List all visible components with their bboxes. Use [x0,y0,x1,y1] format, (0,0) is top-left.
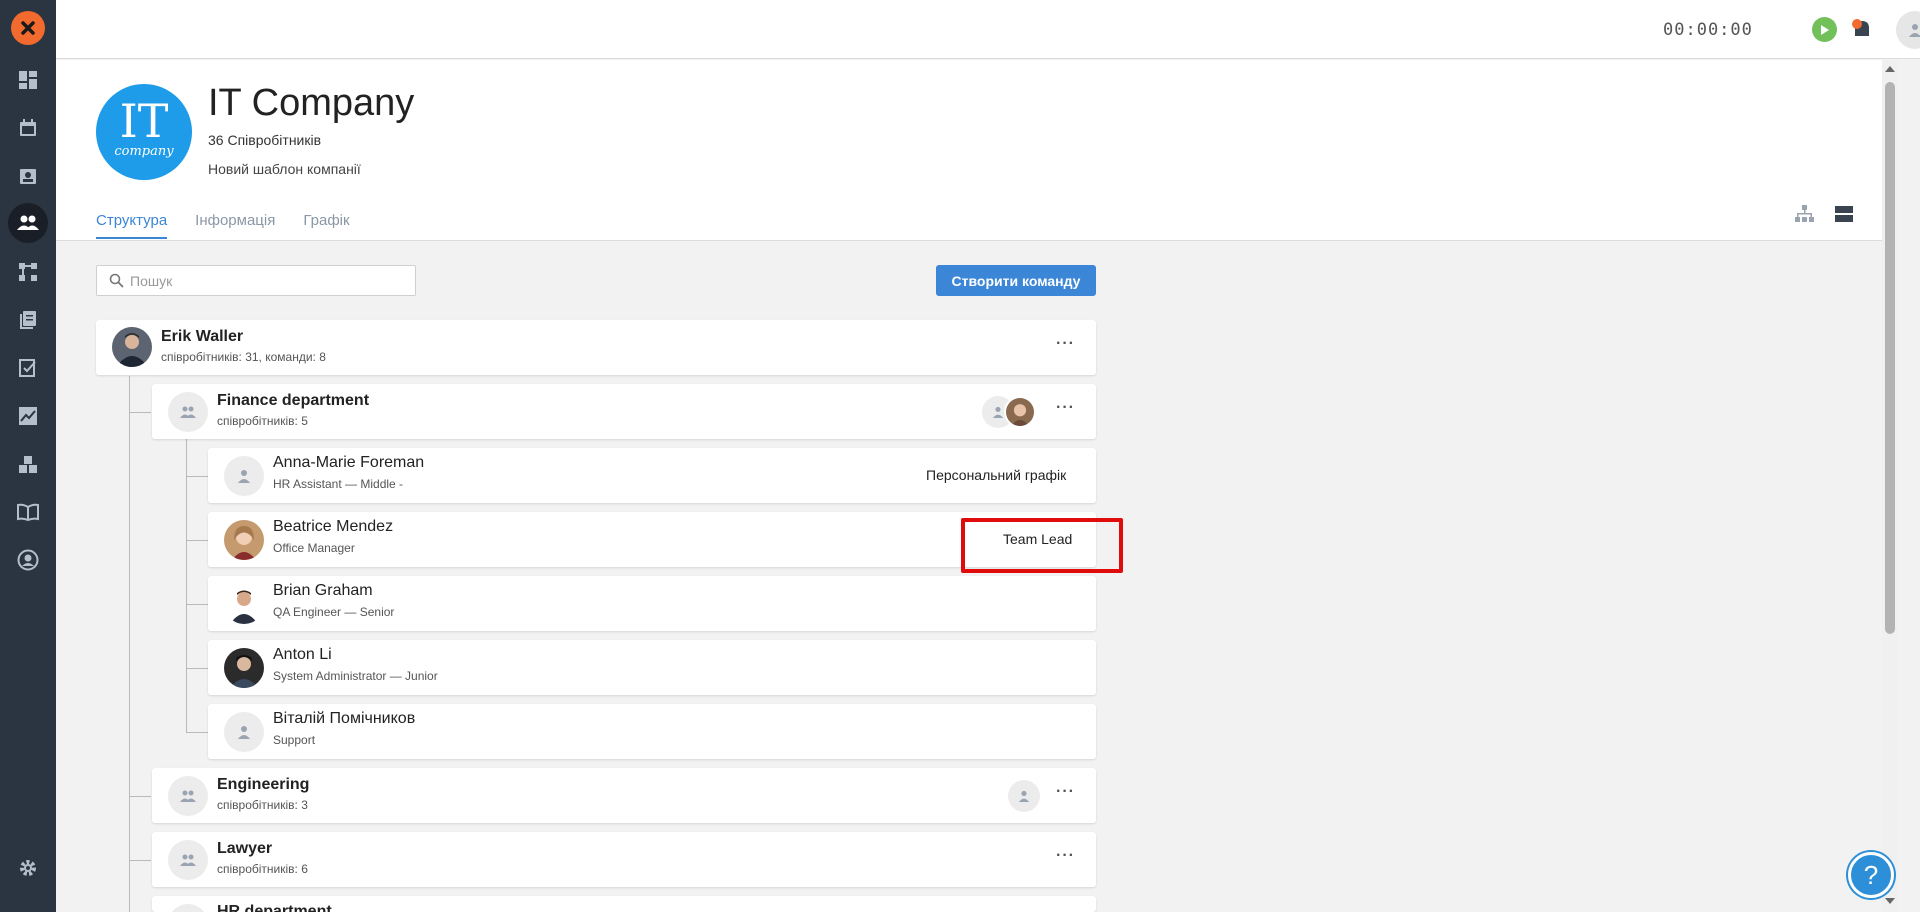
annotation-highlight [961,518,1123,573]
tree-connector [129,412,151,413]
team-name: Finance department [217,392,370,409]
more-options-icon[interactable]: ··· [1056,783,1075,801]
knowledge-icon[interactable] [8,492,48,532]
avatar [112,327,152,367]
avatar [224,712,264,752]
scrollbar[interactable] [1882,60,1898,912]
member-name: Anna-Marie Foreman [273,454,425,471]
avatar [224,520,264,560]
scroll-down-arrow[interactable] [1885,898,1895,904]
team-icon [168,840,208,880]
more-options-icon[interactable]: ··· [1056,335,1075,353]
org-chart-view-icon[interactable] [1792,202,1816,226]
tree-connector [129,376,130,912]
scroll-up-arrow[interactable] [1885,66,1895,72]
app-logo-icon[interactable] [11,11,45,45]
tab-bar: Структура Інформація Графік [96,212,350,239]
team-icon [168,776,208,816]
member-name: Beatrice Mendez [273,518,394,535]
member-tag: Персональний графік [926,467,1067,483]
company-description: Новий шаблон компанії [208,161,361,177]
more-options-icon[interactable]: ··· [1056,399,1075,417]
search-box [96,265,416,296]
member-card[interactable]: Anton Li System Administrator — Junior [208,640,1096,695]
list-view-icon[interactable] [1832,202,1856,226]
company-header: IT company IT Company 36 Співробітників … [56,60,1882,241]
team-name: HR department [217,903,332,912]
more-options-icon[interactable]: ··· [1056,847,1075,865]
tree-connector [129,860,151,861]
settings-icon[interactable] [8,848,48,888]
member-card[interactable]: Brian Graham QA Engineer — Senior [208,576,1096,631]
member-role: System Administrator — Junior [273,669,438,683]
team-card[interactable]: Engineering співробітників: 3 ··· [152,768,1096,823]
avatar [224,648,264,688]
calendar-icon[interactable] [8,108,48,148]
time-tracker: 00:00:00 [1663,20,1753,40]
page-title: IT Company [208,82,415,124]
tree-connector [186,540,208,541]
root-card[interactable]: Erik Waller співробітників: 31, команди:… [96,320,1096,375]
member-name: Віталій Помічников [273,710,416,727]
lead-avatar [1004,396,1036,428]
lead-placeholder-avatar [1008,780,1040,812]
avatar [224,584,264,624]
tree-connector [186,668,208,669]
team-stats: співробітників: 5 [217,414,308,428]
team-name: Engineering [217,776,310,793]
member-role: QA Engineer — Senior [273,605,395,619]
contact-icon[interactable] [8,156,48,196]
team-name: Lawyer [217,840,273,857]
tree-connector [186,439,187,733]
analytics-icon[interactable] [8,396,48,436]
avatar [224,456,264,496]
team-card[interactable]: Lawyer співробітників: 6 ··· [152,832,1096,887]
employee-count: 36 Співробітників [208,132,322,148]
member-name: Brian Graham [273,582,373,599]
scrollbar-thumb[interactable] [1885,82,1895,634]
play-icon[interactable] [1812,17,1837,42]
team-card[interactable]: Finance department співробітників: 5 ··· [152,384,1096,439]
left-rail [0,0,56,912]
member-name: Anton Li [273,646,332,663]
profile-icon[interactable] [8,540,48,580]
tree-connector [129,796,151,797]
member-role: Support [273,733,316,747]
create-team-button[interactable]: Створити команду [936,265,1096,296]
tree-connector [186,476,208,477]
top-bar: 00:00:00 [56,0,1920,59]
dashboard-icon[interactable] [8,60,48,100]
user-avatar[interactable] [1896,11,1920,49]
member-role: Office Manager [273,541,355,555]
member-card[interactable]: Віталій Помічников Support [208,704,1096,759]
help-icon[interactable]: ? [1848,852,1894,898]
team-icon [168,904,208,912]
team-stats: співробітників: 6 [217,862,308,876]
manager-stats: співробітників: 31, команди: 8 [161,350,326,364]
tab-information[interactable]: Інформація [195,212,275,239]
team-card[interactable]: HR department [152,896,1096,912]
tab-structure[interactable]: Структура [96,212,168,239]
team-icon [168,392,208,432]
notifications-icon[interactable] [1850,18,1874,45]
tree-connector [186,604,208,605]
member-card[interactable]: Anna-Marie Foreman HR Assistant — Middle… [208,448,1096,503]
member-role: HR Assistant — Middle - [273,477,404,491]
documents-icon[interactable] [8,300,48,340]
search-icon [109,273,124,288]
tasks-icon[interactable] [8,348,48,388]
team-stats: співробітників: 3 [217,798,308,812]
tab-schedule[interactable]: Графік [303,212,349,239]
search-input[interactable] [130,272,410,289]
workflow-icon[interactable] [8,252,48,292]
manager-name: Erik Waller [161,328,244,345]
inventory-icon[interactable] [8,444,48,484]
people-icon[interactable] [8,203,48,243]
company-logo: IT company [96,84,192,180]
tree-connector [186,732,208,733]
